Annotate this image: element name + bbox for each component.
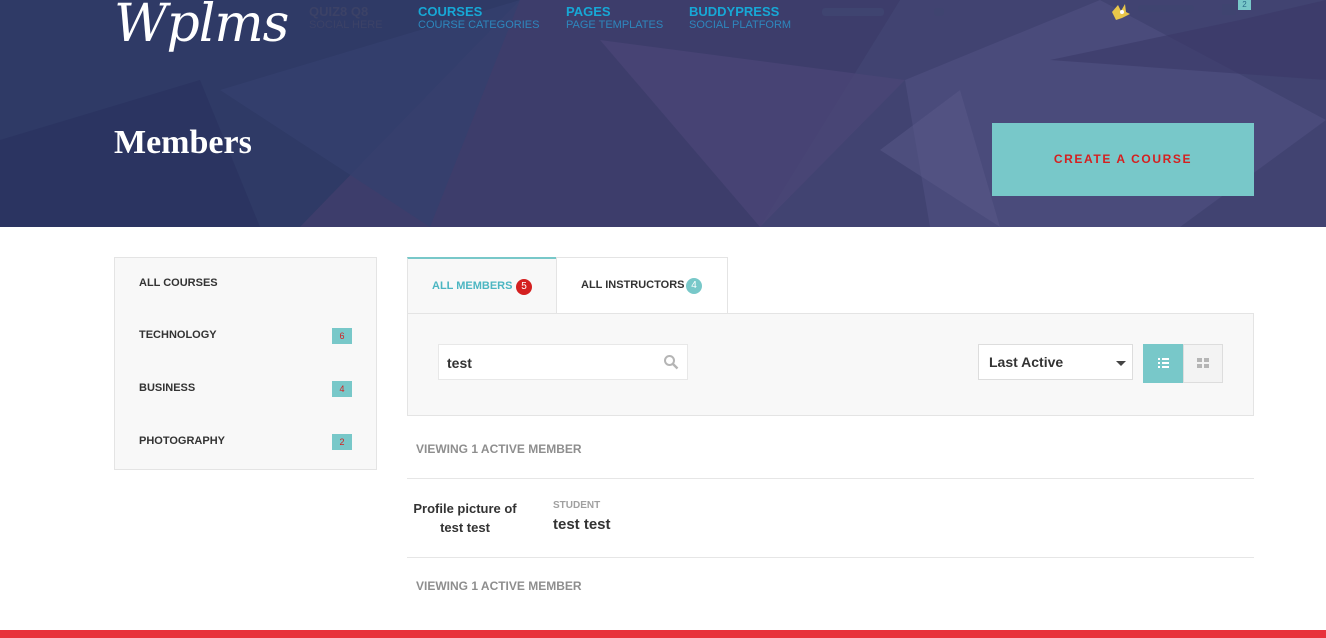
- member-search-input[interactable]: [447, 353, 647, 373]
- nav-item-quiz[interactable]: QUIZ8 Q8 SOCIAL HERE: [309, 4, 383, 32]
- sidebar-item-label: ALL COURSES: [139, 277, 218, 289]
- nav-item-courses[interactable]: COURSES COURSE CATEGORIES: [418, 4, 539, 32]
- sidebar-item-label: PHOTOGRAPHY: [139, 435, 225, 447]
- sidebar-item-all-courses[interactable]: ALL COURSES: [139, 275, 352, 295]
- cart-count-badge: 2: [1238, 0, 1251, 10]
- sidebar-item-count: 6: [332, 328, 352, 344]
- nav-item-subtitle: COURSE CATEGORIES: [418, 19, 540, 31]
- nav-item-subtitle: SOCIAL HERE: [309, 19, 383, 31]
- member-count-top: VIEWING 1 ACTIVE MEMBER: [416, 442, 582, 456]
- nav-item-buddypress[interactable]: BUDDYPRESS SOCIAL PLATFORM: [689, 4, 791, 32]
- nav-item-title: QUIZ8 Q8: [309, 4, 369, 19]
- sort-selected-value: Last Active: [989, 354, 1064, 370]
- user-name[interactable]: [1138, 5, 1194, 12]
- member-filter-panel: Last Active: [407, 313, 1254, 416]
- header-banner: Wplms QUIZ8 Q8 SOCIAL HERE COURSES COURS…: [0, 0, 1326, 227]
- tab-all-instructors[interactable]: ALL INSTRUCTORS 4: [556, 257, 728, 314]
- page-title: Members: [114, 124, 252, 161]
- nav-item-subtitle: SOCIAL PLATFORM: [689, 19, 792, 31]
- sidebar-item-photography[interactable]: PHOTOGRAPHY 2: [139, 433, 352, 453]
- create-course-button[interactable]: CREATE A COURSE: [992, 123, 1254, 196]
- nav-item-more[interactable]: [822, 8, 884, 16]
- list-view-button[interactable]: [1143, 344, 1183, 383]
- user-avatar-icon[interactable]: [1110, 2, 1132, 22]
- sidebar-item-count: 4: [332, 381, 352, 397]
- nav-item-subtitle: PAGE TEMPLATES: [566, 19, 664, 31]
- nav-item-pages[interactable]: PAGES PAGE TEMPLATES: [566, 4, 663, 32]
- sidebar-item-count: 2: [332, 434, 352, 450]
- site-logo[interactable]: Wplms: [114, 0, 289, 54]
- nav-item-extra[interactable]: [934, 8, 944, 16]
- nav-item-title: COURSES: [418, 4, 483, 19]
- sidebar-item-label: BUSINESS: [139, 382, 196, 394]
- tab-all-members[interactable]: ALL MEMBERS 5: [407, 257, 556, 314]
- tab-label: ALL INSTRUCTORS: [581, 279, 685, 291]
- member-count-bottom: VIEWING 1 ACTIVE MEMBER: [416, 579, 582, 593]
- chevron-down-icon: [1116, 361, 1126, 366]
- divider: [407, 557, 1254, 558]
- member-avatar[interactable]: Profile picture of test test: [410, 499, 520, 537]
- sidebar-item-label: TECHNOLOGY: [139, 329, 217, 341]
- course-category-sidebar: ALL COURSES TECHNOLOGY 6 BUSINESS 4 PHOT…: [114, 257, 377, 470]
- list-view-icon: [1158, 358, 1169, 368]
- cart-icon[interactable]: [1222, 4, 1236, 15]
- divider: [407, 478, 1254, 479]
- sidebar-item-technology[interactable]: TECHNOLOGY 6: [139, 327, 352, 347]
- grid-view-button[interactable]: [1183, 344, 1223, 383]
- nav-item-title: PAGES: [566, 4, 611, 19]
- search-icon[interactable]: [663, 354, 679, 370]
- member-search-box: [438, 344, 688, 380]
- nav-item-title: BUDDYPRESS: [689, 4, 780, 19]
- grid-view-icon: [1197, 358, 1209, 368]
- tab-count-badge: 5: [516, 279, 532, 295]
- sidebar-item-business[interactable]: BUSINESS 4: [139, 380, 352, 400]
- member-role: STUDENT: [553, 500, 601, 511]
- footer-bar: [0, 630, 1326, 638]
- tab-label: ALL MEMBERS: [432, 280, 513, 292]
- sort-order-select[interactable]: Last Active: [978, 344, 1133, 380]
- tab-count-badge: 4: [686, 278, 702, 294]
- member-name-link[interactable]: test test: [553, 516, 611, 533]
